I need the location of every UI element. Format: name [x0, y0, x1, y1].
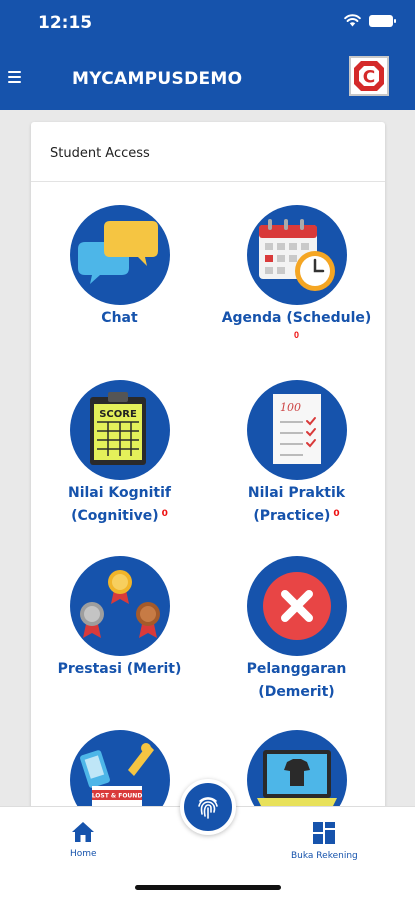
cognitive-badge: 0	[161, 509, 168, 519]
home-icon	[72, 822, 95, 842]
svg-text:LOST & FOUND: LOST & FOUND	[91, 793, 142, 800]
tile-merit[interactable]: Prestasi (Merit)	[31, 556, 208, 681]
tile-demerit[interactable]: Pelanggaran (Demerit)	[208, 556, 385, 704]
scoreboard-icon: SCORE	[69, 380, 170, 480]
practice-badge: 0	[333, 509, 340, 519]
dashboard-icon	[313, 822, 336, 844]
status-bar: 12:15	[0, 0, 415, 46]
tile-label: Chat	[101, 310, 138, 326]
agenda-badge: 0	[293, 330, 299, 340]
wifi-icon	[344, 14, 361, 27]
svg-text:100: 100	[280, 401, 301, 414]
status-time: 12:15	[38, 13, 93, 33]
campus-logo-icon: C	[354, 61, 384, 91]
app-title: MYCAMPUSDEMO	[72, 69, 243, 89]
nav-home-label: Home	[70, 849, 97, 859]
svg-text:C: C	[363, 68, 375, 88]
nav-open-account[interactable]: Buka Rekening	[291, 821, 358, 861]
fingerprint-button[interactable]	[180, 779, 236, 835]
home-indicator	[135, 885, 281, 890]
calendar-clock-icon	[246, 205, 347, 305]
tile-cognitive[interactable]: SCORE Nilai Kognitif (Cognitive) 0	[31, 380, 208, 528]
app-header: MYCAMPUSDEMO C	[0, 46, 415, 110]
checklist-icon: 100	[246, 380, 347, 480]
tile-agenda[interactable]: Agenda (Schedule) 0	[208, 205, 385, 340]
card-title: Student Access	[31, 122, 385, 182]
fingerprint-icon	[198, 797, 218, 819]
campus-logo: C	[349, 56, 389, 96]
demerit-x-icon	[246, 556, 347, 656]
student-access-card: Student Access Chat Agenda (Schedule) 0 …	[31, 122, 385, 830]
menu-icon[interactable]	[8, 71, 21, 83]
status-icons	[344, 14, 396, 27]
tile-practice[interactable]: 100 Nilai Praktik (Practice) 0	[208, 380, 385, 528]
medals-icon	[69, 556, 170, 656]
tile-label: Prestasi (Merit)	[57, 661, 182, 677]
tile-label: Nilai Kognitif (Cognitive) 0	[67, 485, 172, 524]
tile-label: Agenda (Schedule)	[221, 310, 372, 326]
tile-chat[interactable]: Chat	[31, 205, 208, 330]
nav-account-label: Buka Rekening	[291, 851, 358, 861]
content-area: Student Access Chat Agenda (Schedule) 0 …	[0, 110, 415, 830]
tile-label: Pelanggaran (Demerit)	[246, 661, 347, 700]
battery-icon	[369, 14, 396, 27]
tile-label: Nilai Praktik (Practice) 0	[247, 485, 346, 524]
chat-icon	[69, 205, 170, 305]
svg-text:SCORE: SCORE	[99, 409, 137, 420]
nav-home[interactable]: Home	[70, 821, 97, 859]
